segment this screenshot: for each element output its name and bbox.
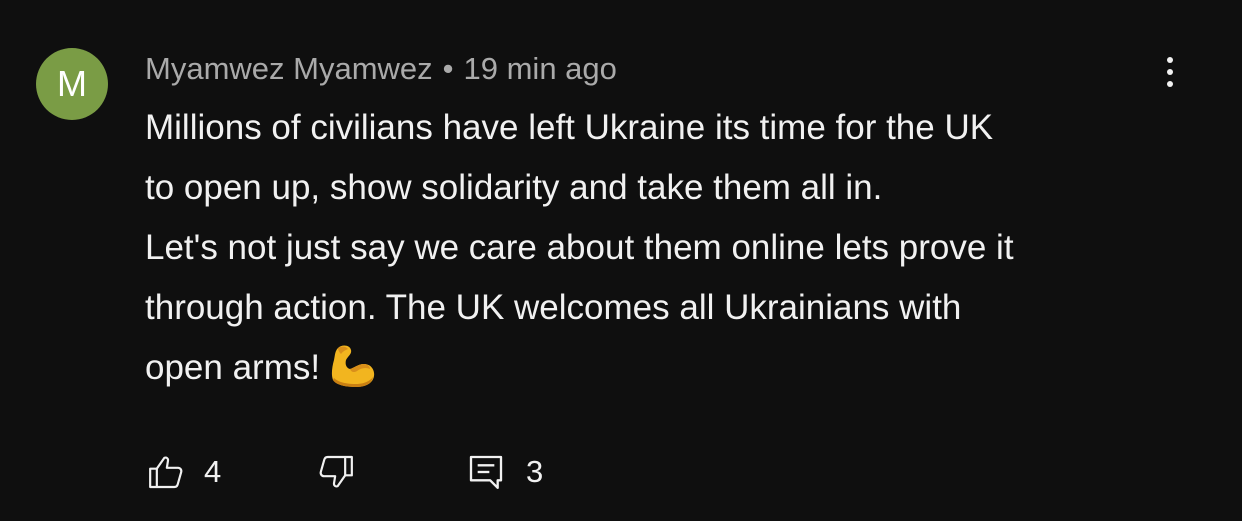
comment-text-line-last: open arms!: [145, 338, 1205, 398]
comment-text-line: Let's not just say we care about them on…: [145, 228, 1014, 267]
like-count: 4: [204, 454, 222, 489]
comment-text-line: open arms!: [145, 348, 321, 387]
comment-text-line: Millions of civilians have left Ukraine …: [145, 108, 994, 147]
thumbs-up-icon: [146, 452, 186, 492]
comment-text: Millions of civilians have left Ukraine …: [145, 98, 1205, 398]
reply-count: 3: [526, 454, 544, 489]
more-options-button[interactable]: [1150, 52, 1190, 92]
flexed-biceps-emoji: [332, 345, 375, 387]
comment-item: M Myamwez Myamwez • 19 min ago Millions of…: [0, 0, 1242, 521]
comment-header: Myamwez Myamwez • 19 min ago: [145, 50, 617, 88]
meta-separator: •: [442, 51, 454, 86]
author-name[interactable]: Myamwez Myamwez: [145, 51, 433, 86]
comment-icon: [466, 452, 506, 492]
reply-button[interactable]: 3: [466, 445, 543, 499]
dislike-button[interactable]: [316, 445, 356, 499]
like-button[interactable]: 4: [146, 445, 221, 499]
comment-timestamp[interactable]: 19 min ago: [464, 51, 617, 86]
comment-text-line: to open up, show solidarity and take the…: [145, 168, 883, 207]
comment-actions: 4 3: [0, 445, 1242, 499]
comment-text-line: through action. The UK welcomes all Ukra…: [145, 288, 962, 327]
avatar[interactable]: M: [36, 48, 108, 120]
thumbs-down-icon: [316, 452, 356, 492]
avatar-letter: M: [57, 63, 87, 104]
more-vertical-icon: [1167, 57, 1173, 87]
